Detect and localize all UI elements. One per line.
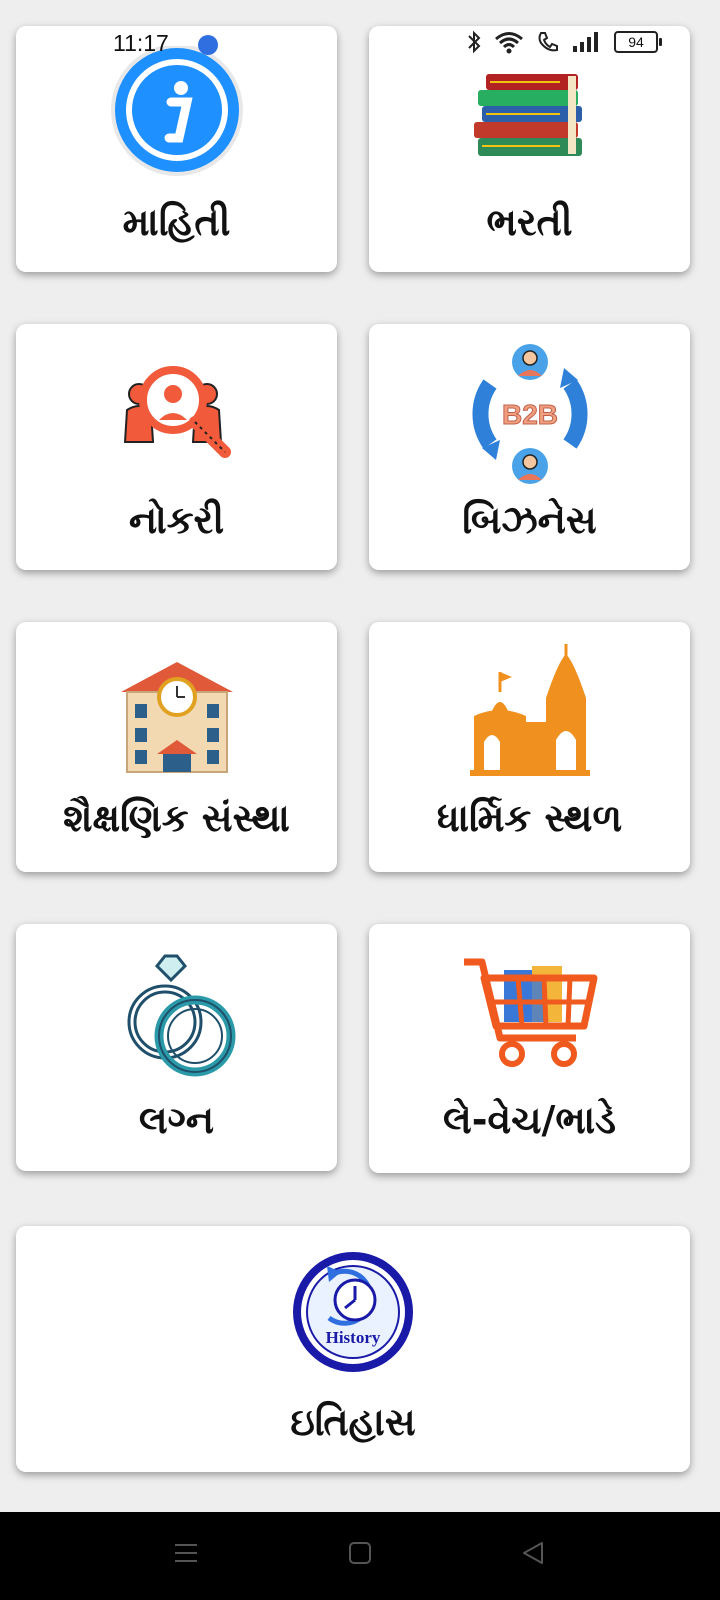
rings-icon bbox=[107, 944, 247, 1084]
tile-education[interactable]: શૈક્ષણિક સંસ્થા bbox=[16, 622, 337, 872]
tile-label: લે-વેચ/ભાડે bbox=[442, 1098, 617, 1142]
tile-religious-place[interactable]: ધાર્મિક સ્થળ bbox=[369, 622, 690, 872]
history-icon-text: History bbox=[326, 1328, 381, 1347]
home-icon[interactable] bbox=[347, 1540, 373, 1566]
tile-label: બિઝનેસ bbox=[462, 498, 597, 542]
tile-jobs[interactable]: નોકરી bbox=[16, 324, 337, 570]
books-icon bbox=[460, 46, 600, 186]
job-search-icon bbox=[107, 344, 247, 484]
tile-label: ઇતિહાસ bbox=[290, 1400, 416, 1444]
back-icon[interactable] bbox=[520, 1540, 546, 1566]
tile-label: માહિતી bbox=[122, 200, 231, 244]
tile-recruitment[interactable]: ભરતી bbox=[369, 26, 690, 272]
tile-marriage[interactable]: લગ્ન bbox=[16, 924, 337, 1171]
tile-info[interactable]: માહિતી bbox=[16, 26, 337, 272]
tile-history[interactable]: History ઇતિહાસ bbox=[16, 1226, 690, 1472]
info-icon bbox=[107, 46, 247, 186]
tile-business[interactable]: B2B બિઝનેસ bbox=[369, 324, 690, 570]
menu-icon[interactable] bbox=[173, 1540, 199, 1566]
school-building-icon bbox=[107, 642, 247, 782]
tile-label: ભરતી bbox=[486, 200, 573, 244]
shopping-cart-icon bbox=[460, 944, 600, 1084]
history-icon: History bbox=[283, 1246, 423, 1386]
b2b-icon: B2B bbox=[460, 344, 600, 484]
temple-icon bbox=[460, 642, 600, 782]
tile-label: શૈક્ષણિક સંસ્થા bbox=[63, 796, 290, 840]
tile-buy-sell-rent[interactable]: લે-વેચ/ભાડે bbox=[369, 924, 690, 1173]
system-nav-bar bbox=[0, 1512, 720, 1600]
tile-label: ધાર્મિક સ્થળ bbox=[436, 796, 623, 840]
tile-label: લગ્ન bbox=[138, 1098, 215, 1142]
tile-label: નોકરી bbox=[128, 498, 225, 542]
b2b-icon-text: B2B bbox=[501, 399, 557, 430]
